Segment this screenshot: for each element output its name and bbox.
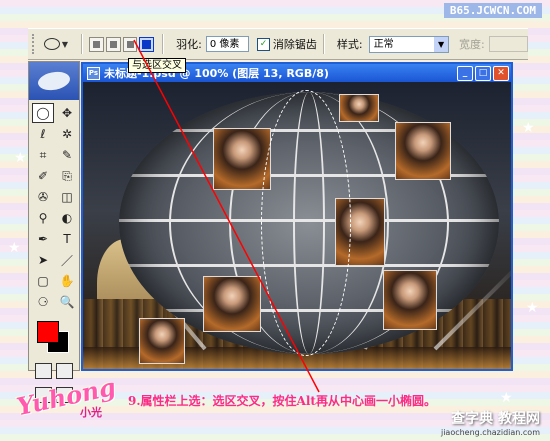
watermark: 查字典 教程网 jiaocheng.chazidian.com: [441, 408, 540, 437]
logo-subtext: 小光: [80, 406, 102, 419]
annotation-arrow: [133, 39, 320, 393]
watermark-url: jiaocheng.chazidian.com: [440, 428, 540, 437]
author-logo: Yuhong 小光: [10, 372, 120, 426]
watermark-title: 查字典 教程网: [451, 411, 540, 427]
logo-text: Yuhong: [14, 371, 119, 422]
step-caption: 9.属性栏上选：选区交叉，按住Alt再从中心画一小椭圆。: [128, 394, 436, 408]
foreground-color-swatch[interactable]: [37, 321, 59, 343]
